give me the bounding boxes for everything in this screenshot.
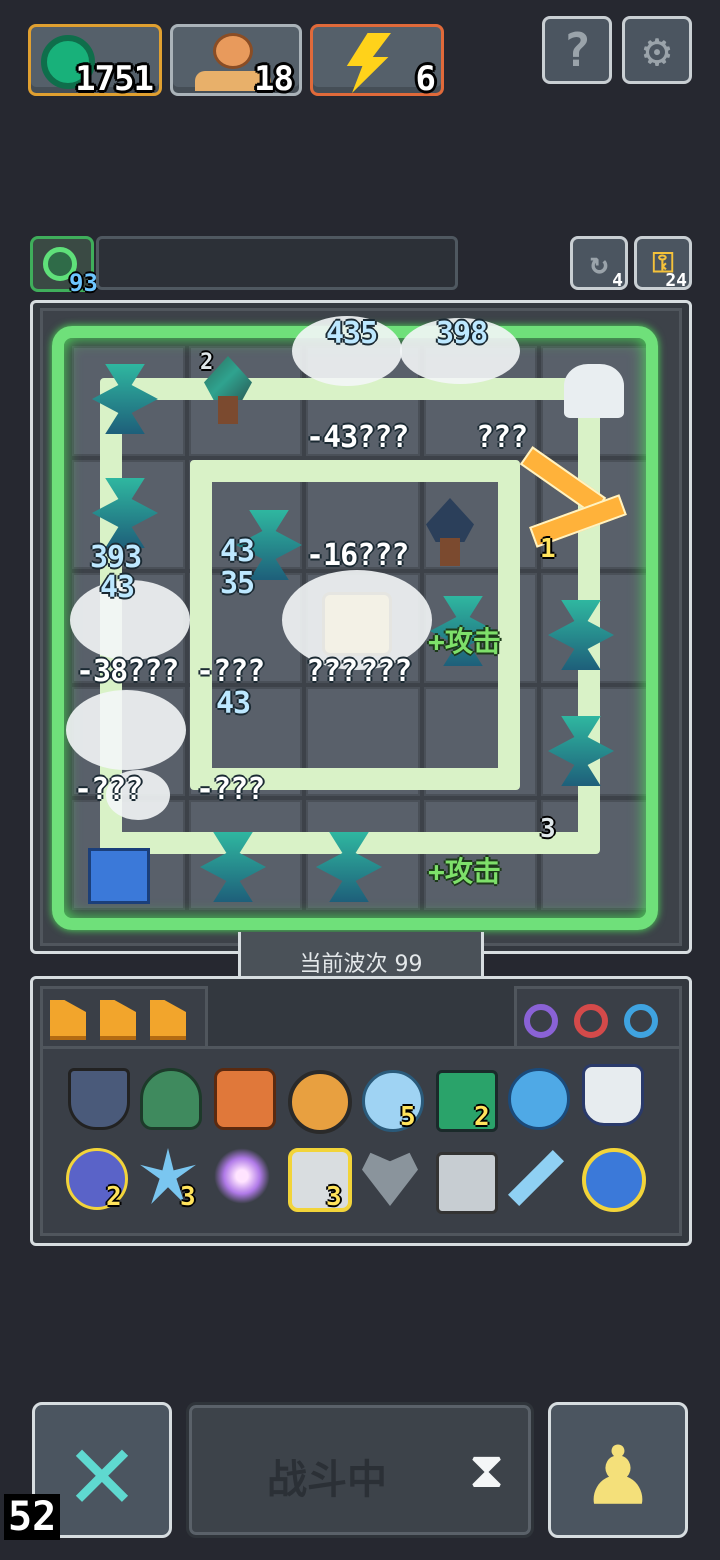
tower-level: 1 [540,534,556,564]
gear-icon: ⚙ [643,23,671,77]
fight-status-button[interactable]: 战斗中 ⧗ [186,1402,534,1538]
damage-number: -38??? [76,654,179,689]
refresh-icon: ↻ [589,245,609,281]
shield-item-icon[interactable] [68,1068,130,1130]
close-icon: ✕ [68,1406,136,1534]
help-button[interactable]: ? [542,16,612,84]
gem-slot: 93 [30,236,98,297]
progress-bar-track [96,236,458,290]
item-level: 2 [474,1102,490,1132]
help-icon: ? [563,23,591,77]
damage-number: ??? [476,420,528,455]
ring-icon[interactable] [624,1004,658,1038]
attack-buff-label: +攻击 [428,625,501,658]
damage-number: -??? [74,772,143,807]
energy-value: 6 [415,59,437,99]
explosion-cloud [66,690,186,770]
item-level: 3 [180,1182,196,1212]
potion-item-icon[interactable] [582,1064,644,1126]
fight-status-label: 战斗中 [267,1457,387,1503]
damage-number: -??? [196,654,265,689]
hero-button[interactable]: ♟ [548,1402,688,1538]
item-level: 5 [400,1102,416,1132]
ring-icon[interactable] [574,1004,608,1038]
armor-item-icon[interactable] [214,1068,276,1130]
worker-icon [213,33,253,69]
spark-item-icon[interactable] [214,1148,270,1204]
tower-tree[interactable] [420,498,480,568]
key-button[interactable]: ⚿ 24 [634,236,692,291]
lightning-icon [346,33,391,93]
coins-counter[interactable]: 1751 [28,24,162,99]
damage-number: -43??? [306,420,409,455]
chip-board-item-icon[interactable] [288,1148,352,1212]
ring-icon[interactable] [524,1004,558,1038]
blue-tower-icon[interactable] [88,848,150,904]
energy-counter[interactable]: 6 [310,24,444,99]
tower-level: 3 [540,814,556,844]
refresh-button[interactable]: ↻ 4 [570,236,628,291]
gear-item-icon[interactable] [508,1068,570,1130]
damage-number: 43 [220,534,255,569]
gem-count: 93 [69,269,98,297]
hourglass-icon: ⧗ [469,1441,505,1499]
population-value: 18 [254,59,294,99]
fps-counter: 52 [4,1494,61,1540]
damage-number: 43 [216,686,251,721]
tower-level: 2 [200,350,214,375]
amulet-item-icon[interactable] [288,1070,352,1134]
item-level: 2 [106,1182,122,1212]
damage-number: -??? [196,772,265,807]
damage-number: 398 [436,316,488,351]
damage-number: 43 [100,570,135,605]
radio-item-icon[interactable] [436,1152,498,1214]
settings-button[interactable]: ⚙ [622,16,692,84]
population-counter[interactable]: 18 [170,24,302,99]
ghost-enemy-icon [564,364,624,418]
key-count: 24 [665,270,687,291]
helmet-item-icon[interactable] [140,1068,202,1130]
coins-value: 1751 [75,59,154,99]
damage-number: ??? [306,654,358,689]
item-level: 3 [326,1182,342,1212]
refresh-count: 4 [612,270,623,291]
damage-number: 35 [220,566,255,601]
attack-buff-label: +攻击 [428,855,501,888]
wave-label: 当前波次 99 [299,951,423,977]
damage-number: ??? [360,654,412,689]
damage-number: -16??? [306,538,409,573]
damage-number: 435 [326,316,378,351]
coin-item-icon[interactable] [582,1148,646,1212]
pawn-icon: ♟ [587,1411,649,1528]
